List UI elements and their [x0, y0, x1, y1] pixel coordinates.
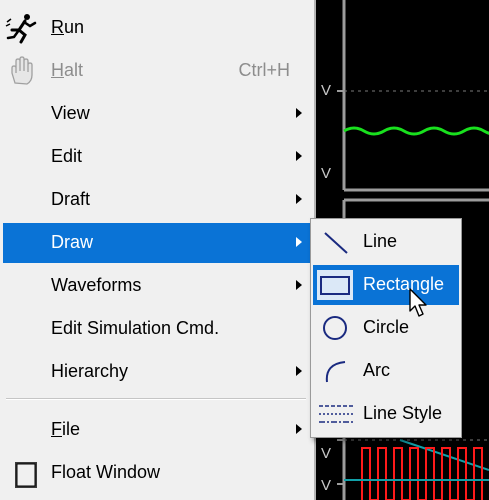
submenu-item-line[interactable]: Line: [313, 222, 459, 262]
submenu-item-label: Line Style: [363, 403, 443, 423]
arc-icon: [317, 356, 353, 386]
teal-waveform-trace: [399, 439, 489, 471]
menu-item-float-window[interactable]: Float Window: [3, 453, 310, 493]
draw-submenu: Line Rectangle Circle Arc Line Style: [310, 218, 462, 438]
submenu-arrow-icon: [296, 424, 302, 434]
hand-icon: [5, 55, 39, 87]
menu-item-label: Edit Simulation Cmd.: [51, 318, 220, 338]
window-icon: [5, 457, 39, 489]
axis-label-v: V: [321, 445, 331, 462]
menu-item-label: File: [51, 419, 81, 439]
axis-label-v: V: [321, 82, 331, 99]
menu-item-label: Halt: [51, 60, 84, 80]
submenu-item-label: Arc: [363, 360, 390, 380]
submenu-item-label: Rectangle: [363, 274, 445, 294]
submenu-arrow-icon: [296, 237, 302, 247]
circle-icon: [317, 313, 353, 343]
menu-item-edit[interactable]: Edit: [3, 137, 310, 177]
menu-item-label: Edit: [51, 146, 83, 166]
menu-item-halt[interactable]: Halt Ctrl+H: [3, 51, 310, 91]
submenu-arrow-icon: [296, 366, 302, 376]
line-icon: [317, 227, 353, 257]
menu-item-edit-simulation-cmd[interactable]: Edit Simulation Cmd.: [3, 309, 310, 349]
submenu-item-rectangle[interactable]: Rectangle: [313, 265, 459, 305]
submenu-item-circle[interactable]: Circle: [313, 308, 459, 348]
submenu-arrow-icon: [296, 194, 302, 204]
menu-item-run[interactable]: Run: [3, 8, 310, 48]
submenu-item-line-style[interactable]: Line Style: [313, 394, 459, 434]
menu-item-label: Waveforms: [51, 275, 142, 295]
shortcut-label: Ctrl+H: [238, 60, 290, 80]
menu-item-label: Run: [51, 17, 85, 37]
menu-item-waveforms[interactable]: Waveforms: [3, 266, 310, 306]
menu-item-label: Float Window: [51, 462, 161, 482]
red-waveform-trace: [361, 447, 483, 500]
submenu-arrow-icon: [296, 108, 302, 118]
menu-item-view[interactable]: View: [3, 94, 310, 134]
menu-item-label: Hierarchy: [51, 361, 129, 381]
menu-item-draw[interactable]: Draw: [3, 223, 310, 263]
axis-label-v: V: [321, 165, 331, 182]
menu-separator: [6, 398, 306, 400]
axis-label-v: V: [321, 477, 331, 494]
menu-item-label: View: [51, 103, 90, 123]
menu-item-label: Draw: [51, 232, 94, 252]
menu-item-label: Draft: [51, 189, 91, 209]
submenu-item-arc[interactable]: Arc: [313, 351, 459, 391]
menu-item-hierarchy[interactable]: Hierarchy: [3, 352, 310, 392]
submenu-arrow-icon: [296, 280, 302, 290]
screen: V V V V Run Halt Ctrl+H View Edit Draft …: [0, 0, 489, 500]
running-man-icon: [5, 12, 39, 44]
context-menu: Run Halt Ctrl+H View Edit Draft Draw Wav…: [0, 0, 316, 500]
submenu-item-label: Circle: [363, 317, 410, 337]
line-style-icon: [317, 399, 353, 429]
mouse-pointer-icon: [409, 288, 427, 317]
submenu-item-label: Line: [363, 231, 398, 251]
menu-item-file[interactable]: File: [3, 410, 310, 450]
rectangle-icon: [317, 270, 353, 300]
menu-item-draft[interactable]: Draft: [3, 180, 310, 220]
submenu-arrow-icon: [296, 151, 302, 161]
green-waveform-trace: [343, 126, 489, 136]
